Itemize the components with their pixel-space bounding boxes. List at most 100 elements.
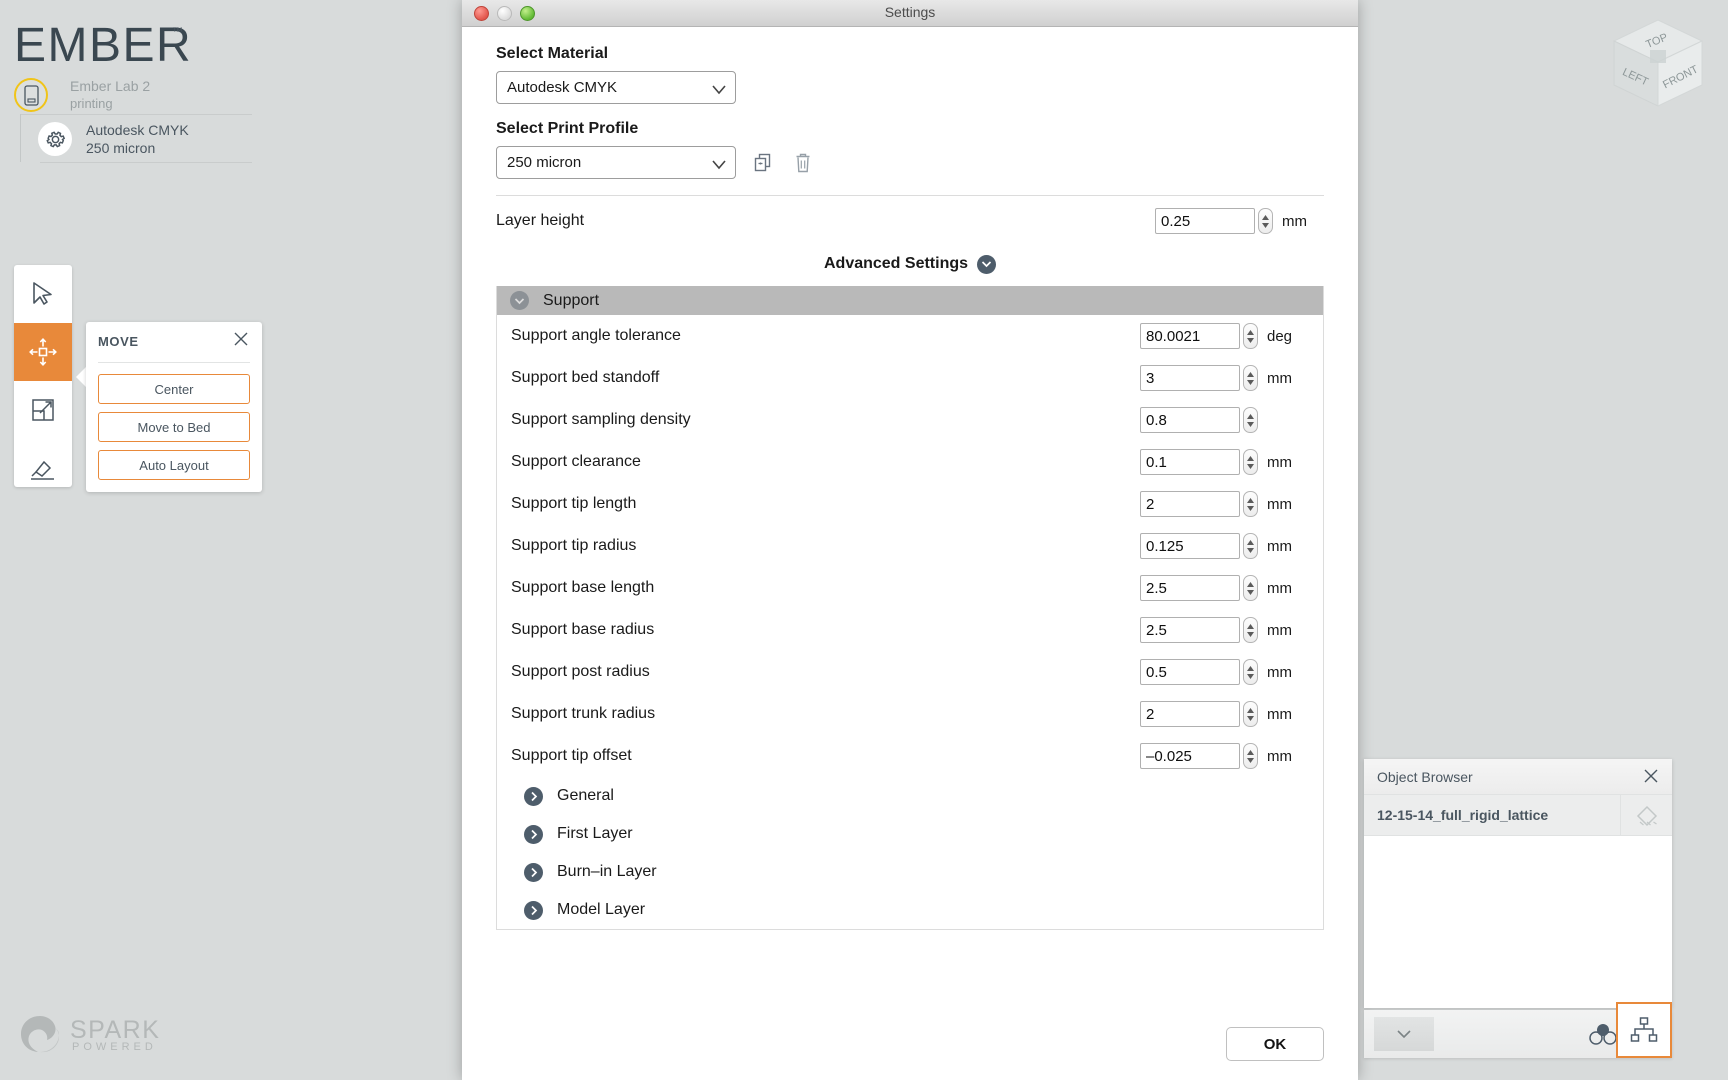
material-resolution: 250 micron <box>86 140 156 156</box>
tool-select[interactable] <box>14 265 72 323</box>
list-item[interactable]: 12-15-14_full_rigid_lattice <box>1364 795 1672 836</box>
setting-unit: mm <box>1267 537 1292 555</box>
collapsed-group-row[interactable]: Model Layer <box>511 891 1309 929</box>
collapsed-groups-list: General First Layer Burn–in Layer Model Lay… <box>511 777 1309 929</box>
tree-connector-bottom <box>40 162 252 163</box>
collapsed-group-row[interactable]: Burn–in Layer <box>511 853 1309 891</box>
collapsed-group-row[interactable]: First Layer <box>511 815 1309 853</box>
setting-stepper[interactable] <box>1243 323 1258 349</box>
setting-input[interactable] <box>1140 659 1240 685</box>
setting-stepper[interactable] <box>1243 407 1258 433</box>
setting-stepper[interactable] <box>1243 701 1258 727</box>
profile-row: 250 micron <box>496 146 1324 179</box>
setting-input[interactable] <box>1140 533 1240 559</box>
setting-stepper[interactable] <box>1243 743 1258 769</box>
collaborators-button[interactable] <box>1586 1022 1620 1051</box>
center-button[interactable]: Center <box>98 374 250 404</box>
tool-strip <box>14 265 72 487</box>
setting-unit: mm <box>1267 579 1292 597</box>
layer-height-stepper[interactable] <box>1258 208 1273 234</box>
setting-stepper[interactable] <box>1243 533 1258 559</box>
chevron-down-icon <box>1397 1030 1411 1039</box>
advanced-settings-toggle[interactable]: Advanced Settings <box>496 242 1324 286</box>
setting-stepper[interactable] <box>1243 659 1258 685</box>
setting-unit: mm <box>1267 495 1292 513</box>
object-browser-toggle-button[interactable] <box>1616 1002 1672 1058</box>
duplicate-profile-button[interactable] <box>750 149 776 177</box>
move-to-bed-button[interactable]: Move to Bed <box>98 412 250 442</box>
dialog-title: Settings <box>884 4 936 20</box>
advanced-settings-label: Advanced Settings <box>823 255 969 272</box>
setting-row: Support bed standoff mm <box>511 357 1309 399</box>
setting-input[interactable] <box>1140 449 1240 475</box>
setting-stepper[interactable] <box>1243 365 1258 391</box>
profile-select-wrapper: 250 micron <box>496 146 736 179</box>
chevron-right-icon <box>524 786 543 806</box>
setting-input[interactable] <box>1140 365 1240 391</box>
ok-button[interactable]: OK <box>1226 1027 1324 1061</box>
application-root: EMBER ™ Ember Lab 2 printing Autodesk CM… <box>0 0 1728 1080</box>
setting-label: Support angle tolerance <box>511 327 681 344</box>
setting-stepper[interactable] <box>1243 617 1258 643</box>
tool-orient[interactable] <box>14 439 72 497</box>
setting-row: Support tip offset mm <box>511 735 1309 777</box>
printer-status-row[interactable]: Ember Lab 2 printing <box>12 78 252 122</box>
tool-scale[interactable] <box>14 381 72 439</box>
setting-unit: mm <box>1267 453 1292 471</box>
setting-label: Support tip offset <box>511 747 632 764</box>
support-settings-list: Support angle tolerance deg Support bed st… <box>511 315 1309 777</box>
collapsed-group-title: General <box>557 787 614 804</box>
setting-row: Support sampling density <box>511 399 1309 441</box>
setting-input[interactable] <box>1140 701 1240 727</box>
hierarchy-icon <box>1630 1017 1658 1042</box>
object-browser-title: Object Browser <box>1377 769 1473 785</box>
layer-height-input[interactable] <box>1155 208 1255 234</box>
advanced-settings-panel: Support Support angle tolerancedegSuppor… <box>496 286 1324 930</box>
material-select[interactable]: Autodesk CMYK <box>496 71 736 104</box>
setting-row: Support tip length mm <box>511 483 1309 525</box>
material-status-row[interactable]: Autodesk CMYK 250 micron <box>38 122 258 162</box>
setting-input[interactable] <box>1140 323 1240 349</box>
tool-move[interactable] <box>14 323 72 381</box>
trademark-symbol: ™ <box>172 26 183 38</box>
page-title: EMBER <box>14 19 193 72</box>
collapsed-group-title: Model Layer <box>557 901 646 918</box>
object-browser-body[interactable] <box>1364 836 1672 1007</box>
spark-mark-icon <box>21 1016 59 1053</box>
setting-stepper[interactable] <box>1243 491 1258 517</box>
setting-input[interactable] <box>1140 575 1240 601</box>
collapsed-group-row[interactable]: General <box>511 777 1309 815</box>
view-cube[interactable]: TOP LEFT FRONT <box>1598 8 1718 118</box>
support-group-header[interactable]: Support <box>497 286 1323 315</box>
setting-input[interactable] <box>1140 407 1240 433</box>
printer-name: Ember Lab 2 <box>70 78 151 94</box>
setting-label: Support sampling density <box>511 411 691 428</box>
setting-unit: deg <box>1267 327 1293 345</box>
close-icon[interactable] <box>232 330 252 350</box>
collapsed-group-title: First Layer <box>557 825 633 842</box>
collapsed-group-title: Burn–in Layer <box>557 863 657 880</box>
setting-label: Support clearance <box>511 453 641 470</box>
divider <box>496 195 1324 196</box>
setting-input[interactable] <box>1140 743 1240 769</box>
dialog-body: Select Material Autodesk CMYK Select Pri… <box>462 27 1358 1008</box>
layer-height-unit: mm <box>1282 212 1307 230</box>
auto-layout-button[interactable]: Auto Layout <box>98 450 250 480</box>
view-dropdown-button[interactable] <box>1374 1017 1434 1051</box>
setting-input[interactable] <box>1140 617 1240 643</box>
material-section-label: Select Material <box>496 45 609 62</box>
mesh-icon[interactable] <box>1620 795 1672 836</box>
setting-input[interactable] <box>1140 491 1240 517</box>
dialog-titlebar[interactable]: Settings <box>462 0 1358 27</box>
divider <box>98 362 250 363</box>
printer-status: printing <box>70 96 113 111</box>
close-icon[interactable] <box>1642 767 1662 787</box>
setting-label: Support tip length <box>511 495 637 512</box>
delete-profile-button[interactable] <box>790 149 816 177</box>
object-browser-header: Object Browser <box>1364 759 1672 795</box>
setting-row: Support base radius mm <box>511 609 1309 651</box>
profile-select[interactable]: 250 micron <box>496 146 736 179</box>
setting-label: Support tip radius <box>511 537 637 554</box>
setting-stepper[interactable] <box>1243 575 1258 601</box>
setting-stepper[interactable] <box>1243 449 1258 475</box>
